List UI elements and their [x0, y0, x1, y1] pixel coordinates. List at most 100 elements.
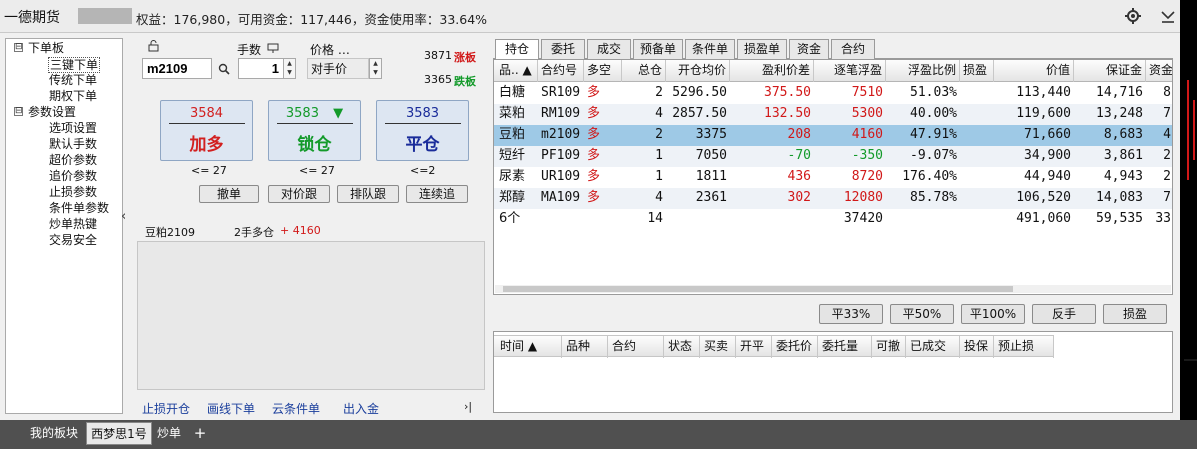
expand-panel-icon[interactable]: ›|: [464, 400, 472, 413]
column-header-product[interactable]: 品.. ▲: [496, 60, 538, 82]
contract-input[interactable]: [142, 58, 212, 79]
tree-item-security[interactable]: 交易安全: [49, 233, 97, 247]
orders-column-header[interactable]: 委托量: [818, 336, 872, 358]
tab-scalping[interactable]: 炒单: [154, 422, 184, 445]
column-header-profit-spread[interactable]: 盈利价差: [730, 60, 814, 82]
tab-positions[interactable]: 持仓: [495, 39, 539, 60]
add-tab-icon[interactable]: +: [190, 422, 210, 445]
tree-group-settings[interactable]: 参数设置: [28, 105, 76, 119]
close-33-button[interactable]: 平33%: [819, 304, 883, 324]
close-position-button[interactable]: 3583 平仓: [376, 100, 469, 161]
tab-contracts[interactable]: 合约: [831, 39, 875, 59]
column-header-direction[interactable]: 多空: [584, 60, 622, 82]
account-summary: 权益：176,980，可用资金：117,446，资金使用率：33.64%: [136, 12, 488, 27]
lock-position-button[interactable]: 3583 ▼ 锁仓: [268, 100, 361, 161]
tree-item-chase-price[interactable]: 追价参数: [49, 169, 97, 183]
column-header-stop-profit[interactable]: 损盈: [960, 60, 994, 82]
tree-item-stop-loss[interactable]: 止损参数: [49, 185, 97, 199]
buy-limit: <= 27: [191, 164, 227, 177]
collapse-icon[interactable]: ⊟: [14, 107, 23, 116]
orders-table[interactable]: 时间 ▲ 品种 合约 状态 买卖 开平 委托价 委托量 可撤 已成交 投保 预止损: [493, 331, 1173, 413]
column-header-total-qty[interactable]: 总仓: [622, 60, 666, 82]
queue-follow-button[interactable]: 排队跟: [337, 185, 399, 203]
price-mode-field[interactable]: 对手价: [307, 58, 369, 79]
tab-stop-orders[interactable]: 损盈单: [737, 39, 787, 59]
orders-column-header[interactable]: 买卖: [700, 336, 736, 358]
link-deposit-withdraw[interactable]: 出入金: [343, 400, 379, 417]
column-header-value[interactable]: 价值: [994, 60, 1074, 82]
tree-item-traditional-order[interactable]: 传统下单: [49, 73, 97, 87]
tab-orders[interactable]: 委托: [541, 39, 585, 59]
cell-product: 菜粕: [499, 106, 526, 121]
unlock-icon[interactable]: [148, 40, 160, 52]
link-cloud-conditional[interactable]: 云条件单: [272, 400, 320, 417]
search-icon[interactable]: [218, 63, 230, 75]
buy-long-label: 加多: [189, 135, 224, 155]
orders-column-header[interactable]: 开平: [736, 336, 772, 358]
total-row[interactable]: 6个 14 37420 491,060 59,535 33: [494, 209, 1172, 230]
close-50-button[interactable]: 平50%: [890, 304, 954, 324]
cell-open-avg: 2361: [695, 190, 727, 205]
collapse-icon[interactable]: ⊟: [14, 43, 23, 52]
table-row[interactable]: 豆粕 m2109 多 2 3375 208 4160 47.91% 71,660 8,683 4: [494, 125, 1172, 146]
orders-column-header[interactable]: 合约: [608, 336, 664, 358]
tree-group-order-board[interactable]: 下单板: [28, 41, 64, 55]
price-stepper[interactable]: ▲ ▼: [369, 58, 382, 79]
orders-column-header[interactable]: 可撤: [872, 336, 906, 358]
table-row[interactable]: 菜粕 RM109 多 4 2857.50 132.50 5300 40.00% 119,600 1…: [494, 104, 1172, 125]
table-row[interactable]: 白糖 SR109 多 2 5296.50 375.50 7510 51.03% 113,440 1…: [494, 83, 1172, 104]
tab-xms1[interactable]: 西梦思1号: [86, 422, 152, 445]
cell-profit-spread: 132.50: [764, 106, 811, 121]
table-row[interactable]: 短纤 PF109 多 1 7050 -70 -350 -9.07% 34,900 3,861 2: [494, 146, 1172, 167]
tab-prepared-orders[interactable]: 预备单: [633, 39, 683, 59]
tab-funds[interactable]: 资金: [789, 39, 829, 59]
tab-trades[interactable]: 成交: [587, 39, 631, 59]
column-header-margin[interactable]: 保证金: [1074, 60, 1146, 82]
link-line-order[interactable]: 画线下单: [207, 400, 255, 417]
close-100-button[interactable]: 平100%: [961, 304, 1025, 324]
reverse-button[interactable]: 反手: [1032, 304, 1096, 324]
tree-item-overprice[interactable]: 超价参数: [49, 153, 97, 167]
orders-column-header[interactable]: 委托价: [772, 336, 818, 358]
qty-input[interactable]: [238, 58, 284, 79]
column-header-contract[interactable]: 合约号: [538, 60, 584, 82]
buy-long-button[interactable]: 3584 加多: [160, 100, 253, 161]
tree-item-options[interactable]: 选项设置: [49, 121, 97, 135]
gear-icon[interactable]: [1125, 8, 1141, 24]
orders-column-header[interactable]: 品种: [562, 336, 608, 358]
table-row[interactable]: 尿素 UR109 多 1 1811 436 8720 176.40% 44,940 4,943 2: [494, 167, 1172, 188]
tree-item-option-order[interactable]: 期权下单: [49, 89, 97, 103]
match-price-follow-button[interactable]: 对价跟: [268, 185, 330, 203]
column-header-open-avg[interactable]: 开仓均价: [666, 60, 730, 82]
orders-column-header[interactable]: 投保: [960, 336, 994, 358]
orders-column-header[interactable]: 时间 ▲: [496, 336, 562, 358]
cell-total-qty: 2: [655, 85, 663, 100]
tab-conditional-orders[interactable]: 条件单: [685, 39, 735, 59]
table-row[interactable]: 郑醇 MA109 多 4 2361 302 12080 85.78% 106,520 14,083…: [494, 188, 1172, 209]
stop-profit-button[interactable]: 损盈: [1103, 304, 1167, 324]
tab-my-sector[interactable]: 我的板块: [26, 422, 82, 445]
tree-item-default-qty[interactable]: 默认手数: [49, 137, 97, 151]
orders-column-header[interactable]: 状态: [664, 336, 700, 358]
positions-table[interactable]: 品.. ▲ 合约号 多空 总仓 开仓均价 盈利价差 逐笔浮盈 浮盈比例 损盈 价值 保证金 资金 白糖…: [493, 59, 1173, 295]
chevron-down-icon[interactable]: [1160, 8, 1176, 24]
column-header-float-ratio[interactable]: 浮盈比例: [886, 60, 960, 82]
orders-column-header[interactable]: 预止损: [994, 336, 1054, 358]
horizontal-scrollbar[interactable]: [495, 285, 1171, 293]
column-header-float-pnl[interactable]: 逐笔浮盈: [814, 60, 886, 82]
collapse-sidebar-icon[interactable]: ‹: [121, 209, 126, 224]
pin-icon[interactable]: [267, 42, 279, 54]
link-stop-loss-open[interactable]: 止损开仓: [142, 400, 190, 417]
continuous-chase-button[interactable]: 连续追: [406, 185, 468, 203]
cell-open-avg: 5296.50: [672, 85, 727, 100]
cancel-order-button[interactable]: 撤单: [199, 185, 259, 203]
status-bar: 我的板块 西梦思1号 炒单 +: [0, 420, 1197, 449]
column-header-funds[interactable]: 资金: [1146, 60, 1172, 82]
orders-column-header[interactable]: 已成交: [906, 336, 960, 358]
cell-float-pnl: 7510: [851, 85, 883, 100]
tree-item-hotkeys[interactable]: 炒单热键: [49, 217, 97, 231]
qty-stepper[interactable]: ▲ ▼: [283, 58, 296, 79]
cell-stop-profit: [960, 83, 994, 104]
tree-item-conditional[interactable]: 条件单参数: [49, 201, 109, 215]
tree-item-three-key-order[interactable]: 三键下单: [48, 57, 101, 73]
